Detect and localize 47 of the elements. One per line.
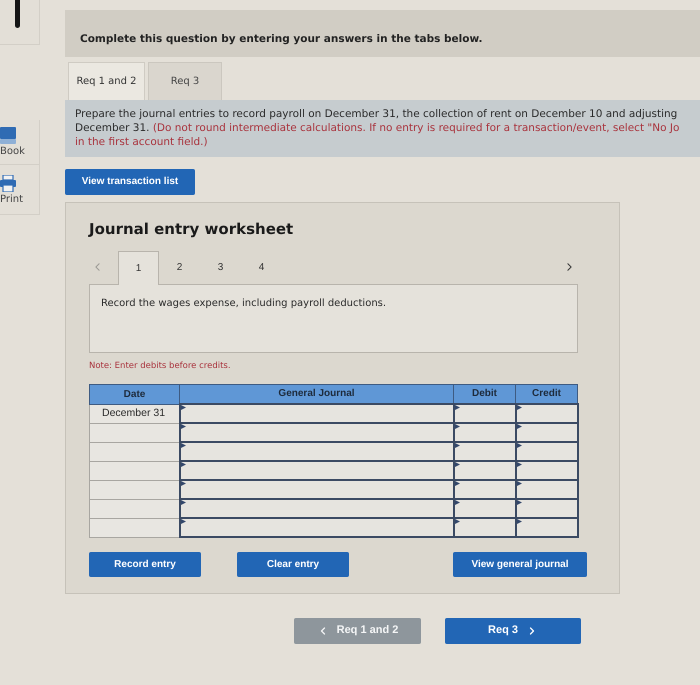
entry-tab[interactable]: 4 <box>241 250 282 284</box>
account-field[interactable] <box>180 499 454 518</box>
column-header: General Journal <box>180 384 454 404</box>
view-transaction-list-button[interactable]: View transaction list <box>65 168 195 194</box>
debit-field[interactable] <box>454 442 516 461</box>
account-field[interactable] <box>180 423 454 442</box>
credit-field[interactable] <box>516 480 578 499</box>
action-button[interactable]: Record entry <box>89 552 201 577</box>
debit-field[interactable] <box>454 404 516 423</box>
column-header: Debit <box>454 384 516 404</box>
column-header: Date <box>90 384 180 404</box>
account-field[interactable] <box>180 442 454 461</box>
entry-tab[interactable]: 1 <box>118 250 159 284</box>
next-button[interactable]: Req 3 <box>445 618 581 644</box>
debit-field[interactable] <box>454 518 516 537</box>
vertical-bar-icon <box>15 0 20 28</box>
debit-field[interactable] <box>454 423 516 442</box>
action-button[interactable]: View general journal <box>453 552 587 577</box>
printer-icon <box>0 174 16 192</box>
tab[interactable]: Req 1 and 2 <box>68 62 145 100</box>
entry-tab[interactable]: 2 <box>159 250 200 284</box>
date-cell: December 31 <box>90 404 180 423</box>
entry-tab[interactable]: 3 <box>200 250 241 284</box>
worksheet-title: Journal entry worksheet <box>89 220 294 238</box>
sidebar-item[interactable]: Book <box>0 120 40 165</box>
account-field[interactable] <box>180 461 454 480</box>
book-icon <box>0 127 16 144</box>
credit-field[interactable] <box>516 499 578 518</box>
credit-field[interactable] <box>516 404 578 423</box>
credit-field[interactable] <box>516 442 578 461</box>
debit-field[interactable] <box>454 499 516 518</box>
account-field[interactable] <box>180 404 454 423</box>
action-button[interactable]: Clear entry <box>237 552 349 577</box>
entry-description: Record the wages expense, including payroll deductions. <box>89 284 578 352</box>
note-text: Note: Enter debits before credits. <box>89 360 231 370</box>
credit-field[interactable] <box>516 461 578 480</box>
tab[interactable]: Req 3 <box>148 62 222 100</box>
credit-field[interactable] <box>516 423 578 442</box>
account-field[interactable] <box>180 518 454 537</box>
account-field[interactable] <box>180 480 454 499</box>
column-header: Credit <box>516 384 578 404</box>
debit-field[interactable] <box>454 461 516 480</box>
header-text: Complete this question by entering your answers in the tabs below. <box>80 33 482 45</box>
instructions-text: Prepare the journal entries to record payroll on December 31, the collection of rent on December 10 and adjusting December 31. (Do not round intermediate calculations. If no entry is required for a transaction/event, select "No Jo in the first account field.) <box>75 107 680 149</box>
credit-field[interactable] <box>516 518 578 537</box>
sidebar-item[interactable]: Print <box>0 165 40 215</box>
debit-field[interactable] <box>454 480 516 499</box>
